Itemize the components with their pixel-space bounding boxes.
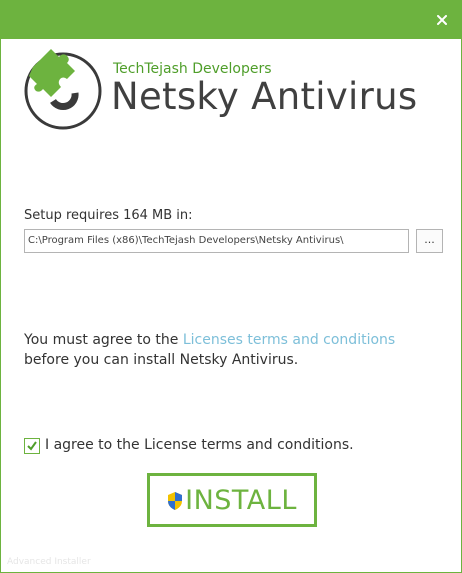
checkmark-icon (27, 441, 37, 451)
puzzle-logo-icon (24, 49, 102, 130)
agree-checkbox[interactable] (24, 438, 40, 454)
uac-shield-icon (168, 492, 183, 510)
footer-brand: Advanced Installer (7, 557, 91, 567)
agree-checkbox-label[interactable]: I agree to the License terms and conditi… (45, 437, 354, 453)
product-title: Netsky Antivirus (111, 75, 418, 118)
install-path-field[interactable]: C:\Program Files (x86)\TechTejash Develo… (24, 229, 409, 253)
setup-space-label: Setup requires 164 MB in: (24, 208, 193, 223)
license-notice-suffix: before you can install Netsky Antivirus. (24, 352, 299, 368)
close-button[interactable] (433, 11, 451, 29)
installer-window: TechTejash Developers Netsky Antivirus S… (0, 0, 462, 573)
license-notice-prefix: You must agree to the (24, 332, 183, 348)
close-icon (437, 15, 447, 25)
browse-button[interactable]: ... (416, 229, 443, 253)
license-notice: You must agree to the Licenses terms and… (24, 330, 444, 370)
install-button[interactable]: INSTALL (147, 473, 317, 527)
title-bar[interactable] (1, 1, 461, 39)
license-link[interactable]: Licenses terms and conditions (183, 332, 395, 348)
install-label: INSTALL (185, 484, 297, 516)
